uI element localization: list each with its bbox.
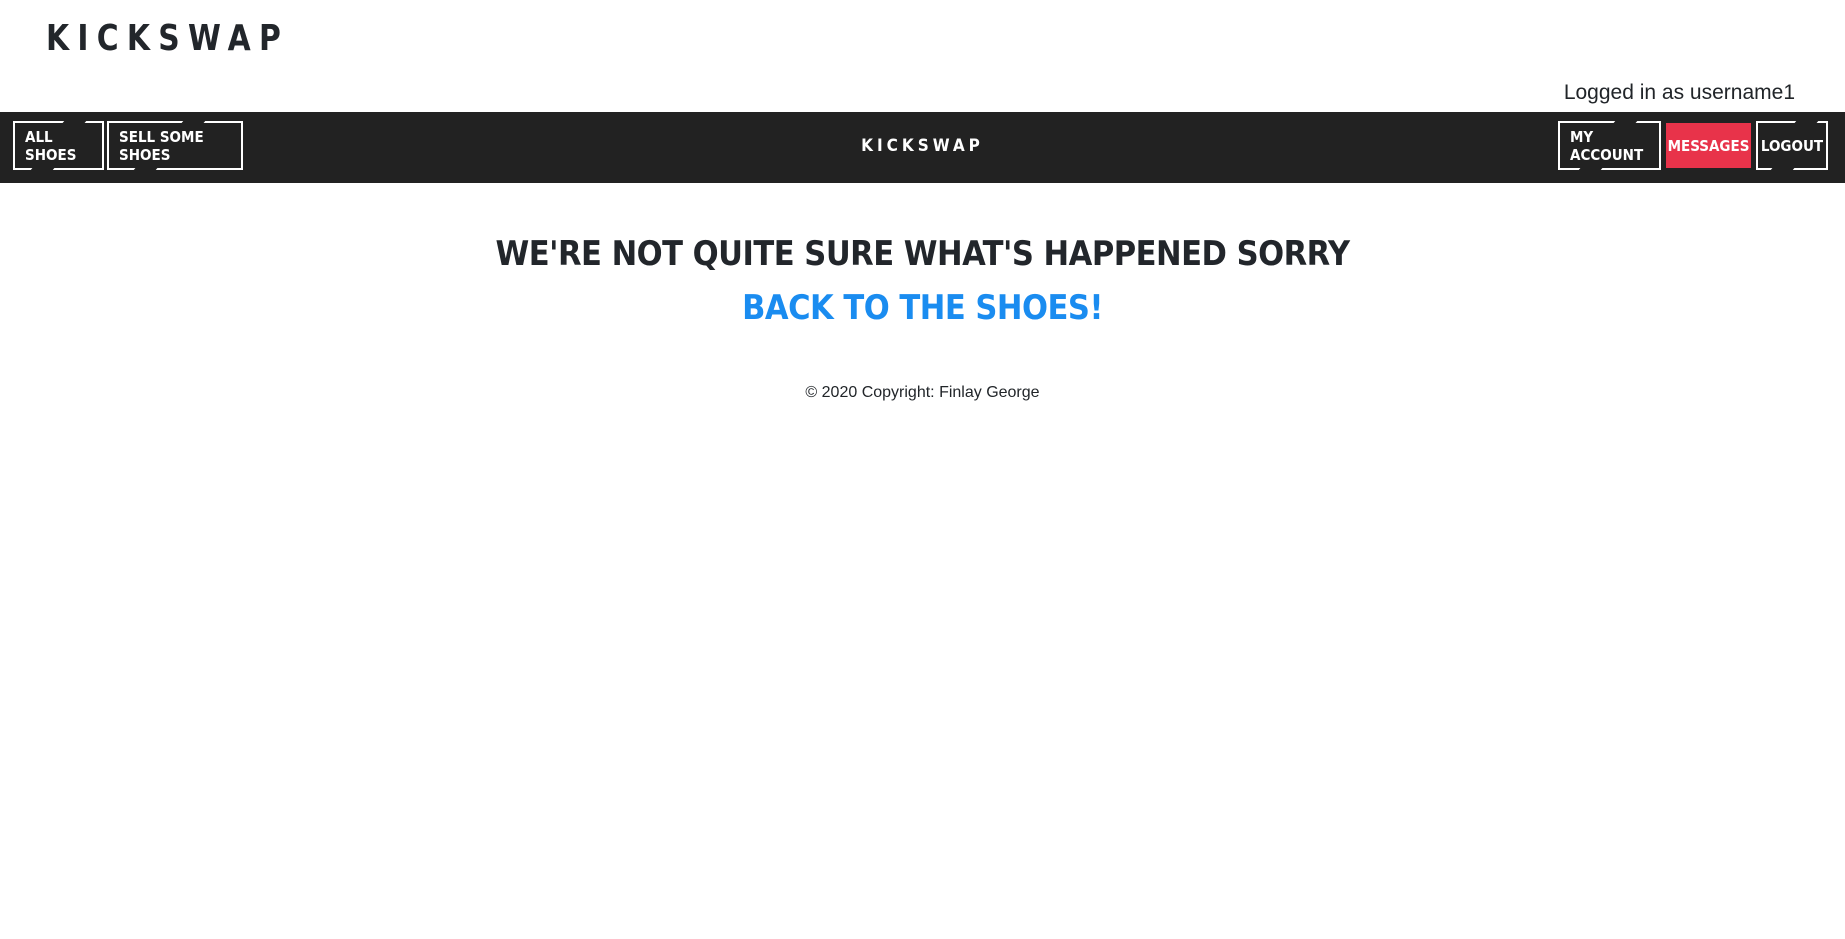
back-to-shoes-link[interactable]: Back to the shoes! — [742, 286, 1103, 330]
main-content: We're not quite sure what's happened sor… — [0, 230, 1845, 330]
login-status: Logged in as username1 — [1563, 81, 1795, 104]
error-message-heading: We're not quite sure what's happened sor… — [495, 234, 1350, 274]
nav-logout-button[interactable]: Logout — [1756, 121, 1828, 170]
nav-my-account-button[interactable]: My Account — [1558, 121, 1661, 170]
navbar-brand[interactable]: KICKSWAP — [861, 136, 984, 156]
nav-messages-button[interactable]: Messages — [1664, 121, 1753, 170]
page-footer: © 2020 Copyright: Finlay George — [0, 384, 1845, 402]
nav-all-shoes-button[interactable]: All Shoes — [13, 121, 104, 170]
top-header: KICKSWAP Logged in as username1 — [0, 0, 1845, 112]
nav-sell-shoes-button[interactable]: Sell Some Shoes — [107, 121, 243, 170]
site-logo[interactable]: KICKSWAP — [46, 18, 289, 59]
copyright-text: © 2020 Copyright: Finlay George — [805, 384, 1040, 401]
main-navbar: All Shoes Sell Some Shoes KICKSWAP My Ac… — [0, 112, 1845, 183]
nav-left-group: All Shoes Sell Some Shoes — [13, 121, 243, 170]
nav-right-group: My Account Messages Logout — [1558, 121, 1828, 170]
